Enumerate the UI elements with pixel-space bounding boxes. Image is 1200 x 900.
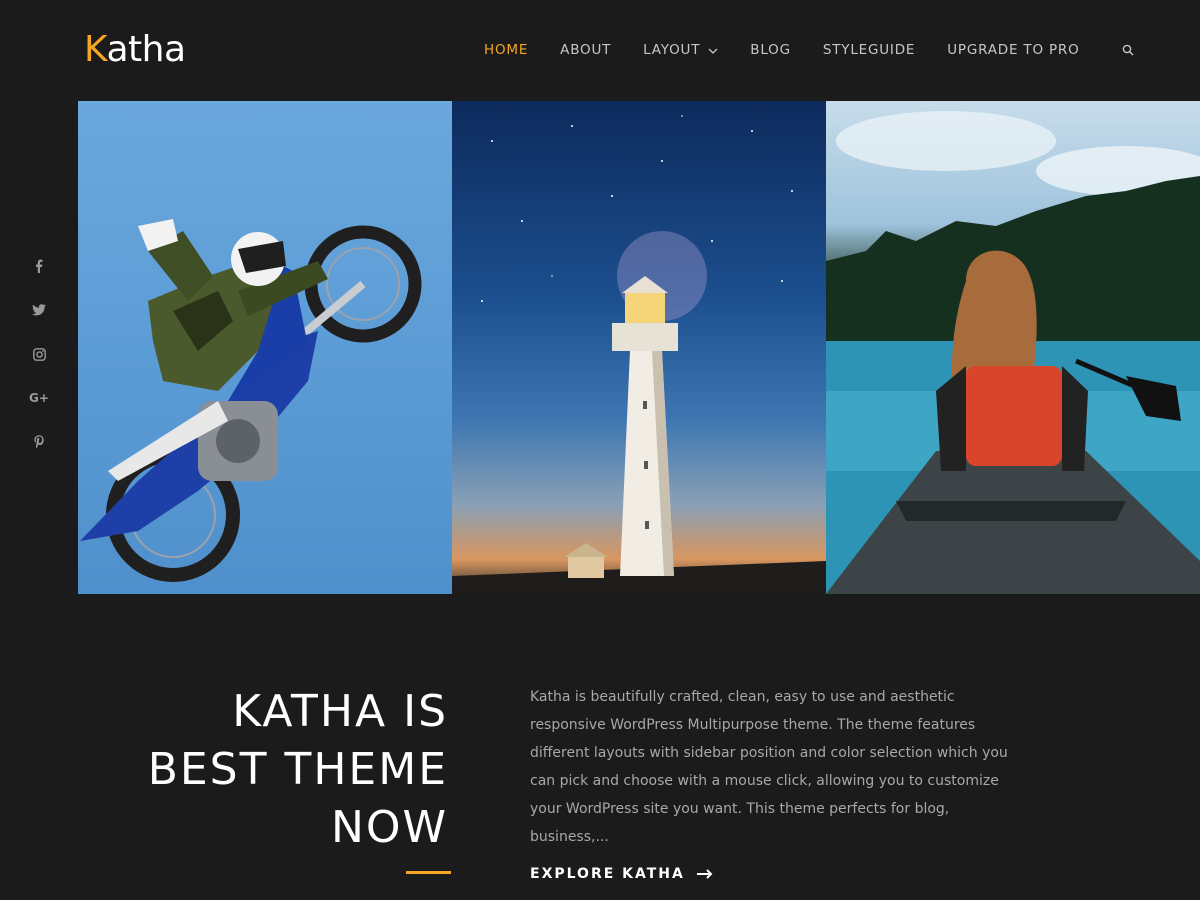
intro-description: Katha is beautifully crafted, clean, eas… bbox=[530, 689, 1008, 845]
motocross-rider-image[interactable] bbox=[78, 101, 452, 594]
headline-line-1: KATHA IS bbox=[232, 686, 448, 737]
nav-item-upgrade-to-pro[interactable]: UPGRADE TO PRO bbox=[947, 42, 1079, 58]
google-plus-icon[interactable]: G+ bbox=[28, 387, 50, 409]
chevron-down-icon bbox=[708, 42, 718, 58]
nav-item-blog[interactable]: BLOG bbox=[750, 42, 791, 58]
nav-item-home[interactable]: HOME bbox=[484, 42, 528, 58]
lighthouse-image[interactable] bbox=[452, 101, 826, 594]
explore-katha-label: EXPLORE KATHA bbox=[530, 866, 685, 882]
logo-first-letter: K bbox=[84, 29, 107, 70]
social-links: G+ bbox=[28, 255, 50, 475]
nav-item-styleguide[interactable]: STYLEGUIDE bbox=[823, 42, 915, 58]
kayak-woman-image[interactable] bbox=[826, 101, 1200, 594]
hero-gallery bbox=[78, 101, 1200, 594]
nav-item-layout-label: LAYOUT bbox=[643, 42, 701, 58]
headline-line-2: BEST THEME bbox=[147, 744, 448, 795]
site-logo[interactable]: Katha bbox=[84, 28, 186, 72]
nav-item-about[interactable]: ABOUT bbox=[560, 42, 611, 58]
main-nav: HOME ABOUT LAYOUT BLOG STYLEGUIDE UPGRAD… bbox=[484, 42, 1134, 58]
page-title: KATHA IS BEST THEME NOW bbox=[88, 683, 448, 857]
nav-item-layout[interactable]: LAYOUT bbox=[643, 42, 718, 58]
pinterest-icon[interactable] bbox=[28, 431, 50, 453]
search-icon[interactable] bbox=[1122, 44, 1134, 56]
twitter-icon[interactable] bbox=[28, 299, 50, 321]
instagram-icon[interactable] bbox=[28, 343, 50, 365]
facebook-icon[interactable] bbox=[28, 255, 50, 277]
page: Katha HOME ABOUT LAYOUT BLOG STYLEGUIDE … bbox=[0, 0, 1200, 900]
explore-katha-button[interactable]: EXPLORE KATHA bbox=[530, 866, 713, 882]
arrow-right-icon bbox=[696, 869, 713, 879]
headline-line-3: NOW bbox=[330, 802, 448, 853]
headline-divider bbox=[406, 871, 451, 874]
logo-rest: atha bbox=[106, 29, 186, 70]
